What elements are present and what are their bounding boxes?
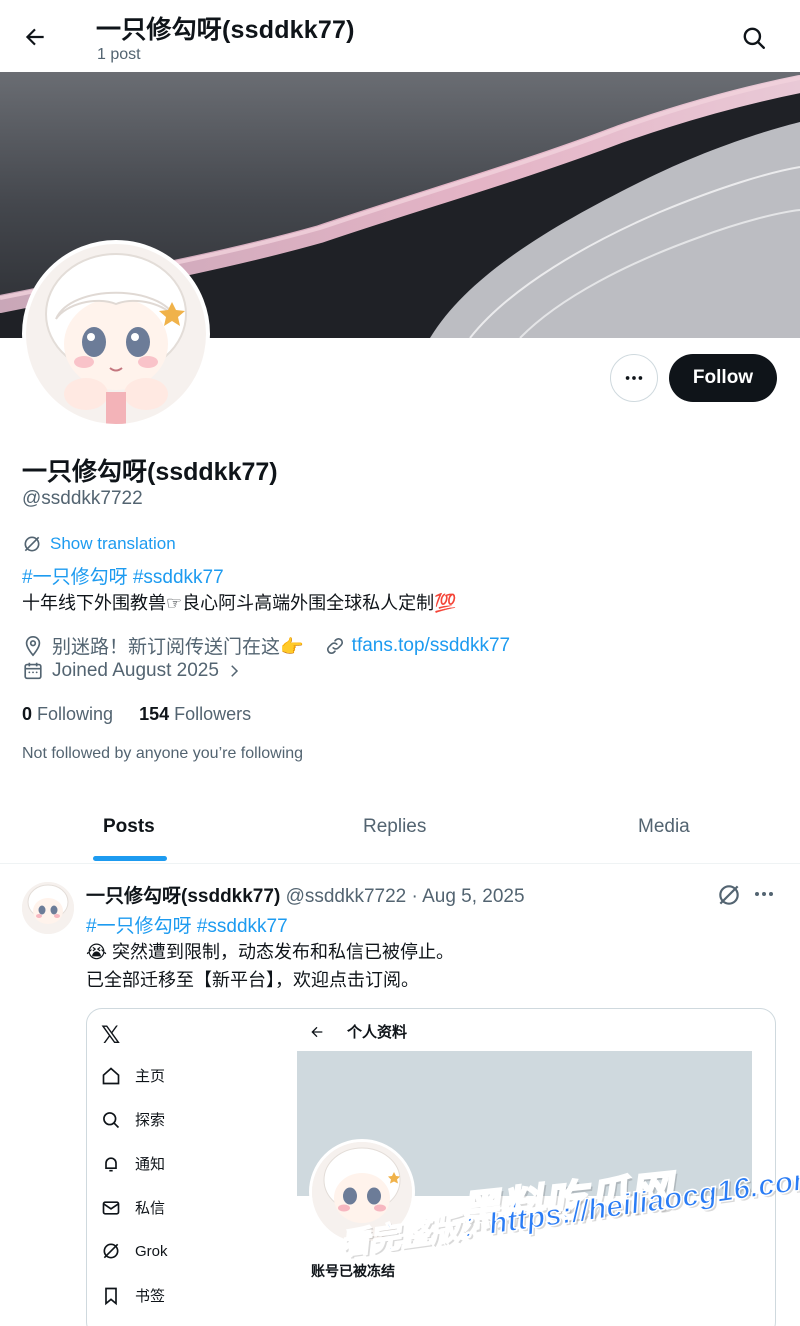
more-options-button[interactable] [610, 354, 658, 402]
home-icon [102, 1066, 120, 1084]
show-translation-label: Show translation [50, 534, 176, 553]
follow-button[interactable]: Follow [669, 354, 777, 402]
embedded-nav-item: 私信 [101, 1197, 165, 1218]
chevron-right-icon [231, 665, 238, 677]
anime-avatar-image [22, 882, 74, 934]
embedded-nav-item: 主页 [101, 1065, 165, 1086]
embedded-nav-label: 主页 [135, 1068, 166, 1085]
embedded-header-title: 个人资料 [347, 1024, 408, 1041]
search-icon [743, 27, 765, 49]
post-author-name[interactable]: 一只修勾呀(ssddkk77) [86, 886, 280, 907]
post-more-button[interactable] [752, 882, 776, 911]
post-text-line: 😭 突然遭到限制，动态发布和私信已被停止。 [86, 942, 455, 962]
embedded-nav-label: 探索 [135, 1112, 166, 1129]
following-label: Following [37, 704, 114, 724]
followers-label: Followers [174, 704, 252, 724]
embedded-nav-label: 通知 [135, 1156, 166, 1173]
bookmark-icon [105, 1287, 117, 1305]
embedded-nav-item: 书签 [101, 1285, 165, 1306]
embedded-nav-item: 探索 [101, 1109, 165, 1130]
profile-joined[interactable]: Joined August 2025 [22, 660, 243, 682]
followers-count: 154 [139, 704, 170, 724]
post-text-line: 已全部迁移至【新平台】，欢迎点击订阅。 [86, 970, 419, 990]
back-button[interactable] [18, 20, 52, 54]
anime-avatar-image [26, 244, 206, 424]
profile-website-link[interactable]: tfans.top/ssddkk77 [352, 635, 510, 657]
following-count: 0 [22, 704, 33, 724]
followers-link[interactable]: 154 Followers [139, 704, 251, 725]
embedded-nav-label: Grok [135, 1242, 168, 1260]
envelope-icon [102, 1200, 120, 1215]
embedded-nav-item: 通知 [101, 1153, 165, 1174]
search-icon [103, 1111, 120, 1128]
arrow-left-icon [311, 1026, 323, 1037]
embedded-header: 个人资料 [309, 1021, 407, 1042]
grok-button[interactable] [716, 882, 742, 913]
embedded-nav-item: Grok [101, 1241, 168, 1261]
post-handle-date[interactable]: @ssddkk7722 · Aug 5, 2025 [286, 886, 525, 907]
embedded-nav-label: 书签 [135, 1288, 166, 1305]
arrow-left-icon [25, 28, 44, 46]
embedded-nav-label: 私信 [135, 1200, 166, 1217]
post-media-image[interactable]: 𝕏 主页 探索 通知 私信 Grok 书签 个人资料 账号已被冻结 [86, 1008, 776, 1326]
profile-avatar[interactable] [22, 240, 210, 428]
hashtag-link[interactable]: #一只修勾呀 [86, 916, 192, 937]
location-pin-icon [25, 635, 41, 656]
grok-icon [24, 536, 40, 552]
profile-tabs: Posts Replies Media [0, 800, 800, 864]
more-horizontal-icon [755, 892, 773, 896]
profile-name: 一只修勾呀(ssddkk77) [22, 458, 278, 486]
grok-icon [719, 885, 739, 905]
x-logo-icon: 𝕏 [101, 1022, 121, 1049]
follow-stats: 0 Following 154 Followers [22, 704, 251, 725]
profile-handle: @ssddkk7722 [22, 488, 143, 509]
post-avatar[interactable] [22, 882, 74, 934]
bell-icon [105, 1156, 117, 1171]
following-link[interactable]: 0 Following [22, 704, 113, 725]
header-post-count: 1 post [97, 46, 141, 63]
profile-bio: 十年线下外围教兽☞良心阿斗高端外围全球私人定制💯 [22, 593, 457, 613]
hashtag-link[interactable]: #ssddkk77 [197, 916, 288, 937]
search-button[interactable] [738, 22, 770, 54]
header-title: 一只修勾呀(ssddkk77) [96, 16, 355, 44]
not-followed-notice: Not followed by anyone you’re following [22, 745, 304, 762]
embedded-sidebar: 𝕏 主页 探索 通知 私信 Grok 书签 [87, 1009, 297, 1326]
active-tab-indicator [93, 856, 167, 861]
profile-hashtags: #一只修勾呀 #ssddkk77 [22, 562, 224, 589]
joined-date: Joined August 2025 [52, 660, 219, 681]
link-icon [326, 637, 343, 654]
post-header: 一只修勾呀(ssddkk77) @ssddkk7722 · Aug 5, 202… [86, 881, 525, 908]
tab-media[interactable]: Media [638, 816, 690, 838]
grok-icon [103, 1243, 119, 1259]
hashtag-link[interactable]: #ssddkk77 [133, 567, 224, 588]
profile-meta: 别迷路！新订阅传送门在这👉 tfans.top/ssddkk77 [22, 632, 510, 659]
embedded-caption: 账号已被冻结 [311, 1263, 395, 1279]
show-translation-link[interactable]: Show translation [22, 534, 176, 554]
calendar-icon [24, 662, 42, 680]
profile-location: 别迷路！新订阅传送门在这👉 [52, 637, 304, 658]
profile-header: 一只修勾呀(ssddkk77) 1 post [0, 0, 800, 72]
post-hashtags: #一只修勾呀 #ssddkk77 [86, 911, 288, 938]
tab-replies[interactable]: Replies [363, 816, 426, 838]
tab-posts[interactable]: Posts [103, 816, 155, 838]
hashtag-link[interactable]: #一只修勾呀 [22, 567, 128, 588]
more-horizontal-icon [625, 376, 643, 380]
